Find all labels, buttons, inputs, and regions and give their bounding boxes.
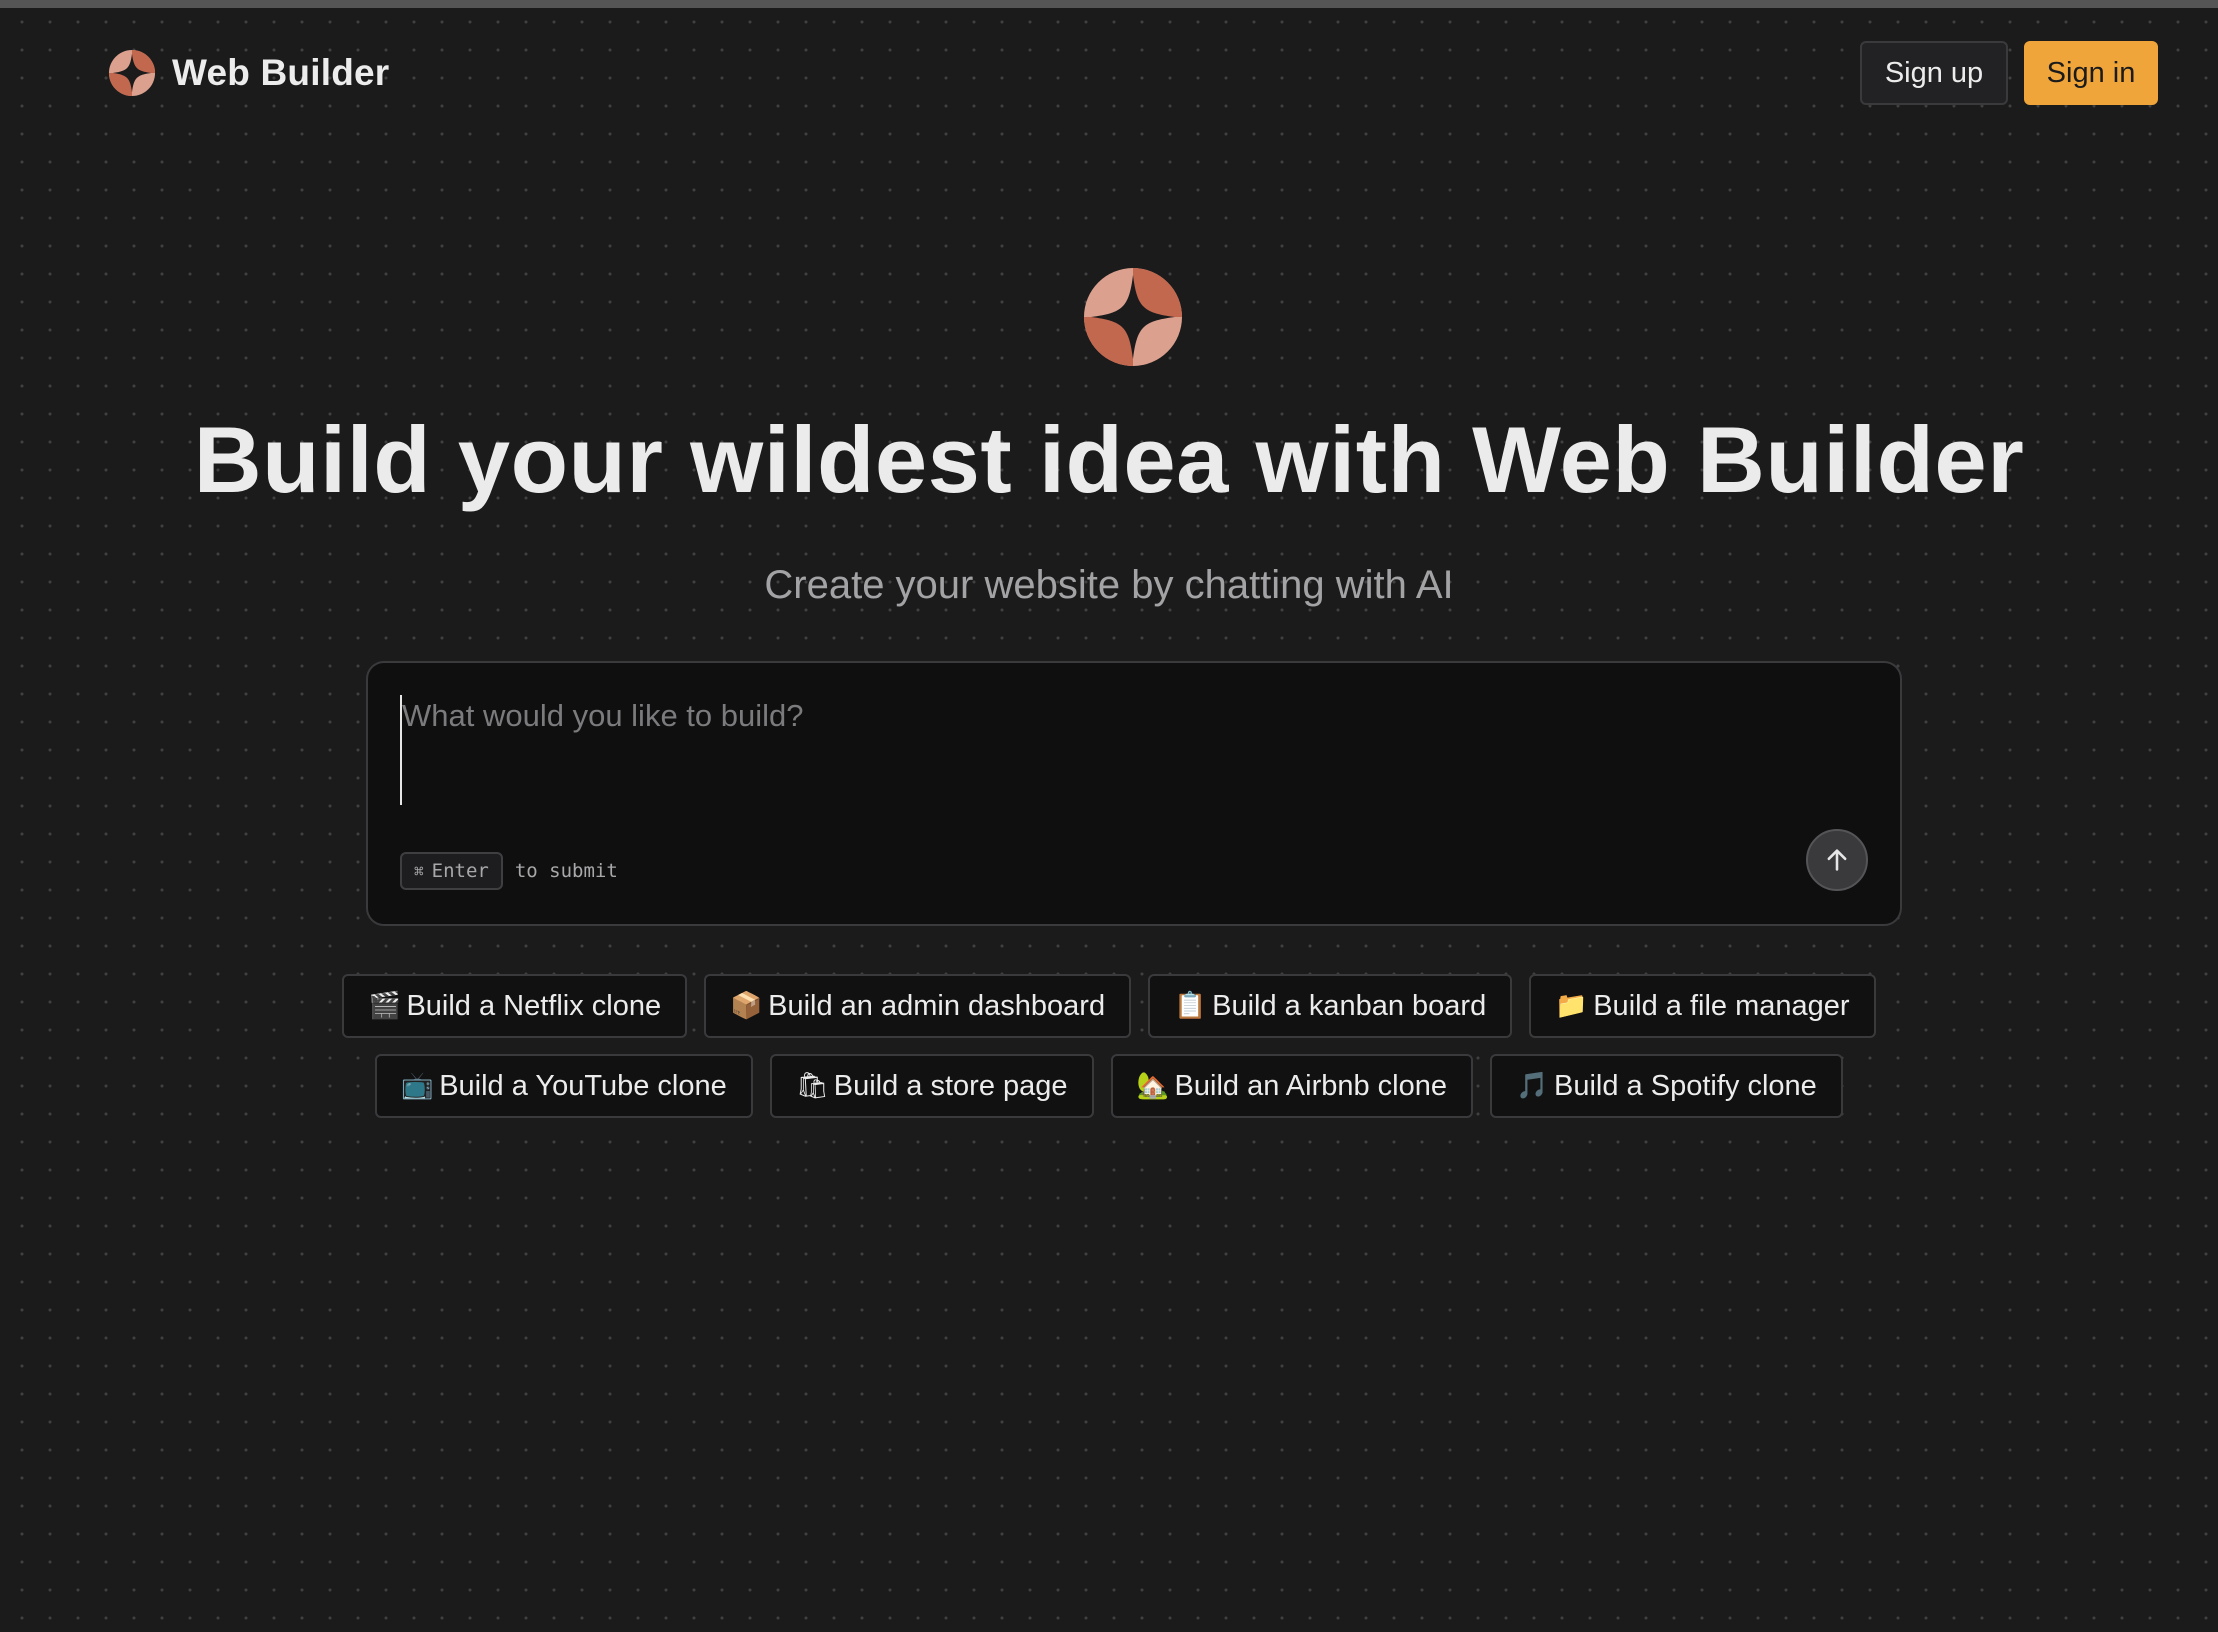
suggestion-airbnb-clone[interactable]: 🏡 Build an Airbnb clone (1110, 1054, 1474, 1118)
brand-name: Web Builder (172, 52, 390, 93)
music-note-icon: 🎵 (1516, 1071, 1549, 1101)
site-header: Web Builder Sign up Sign in (108, 40, 2158, 106)
suggestion-netflix-clone[interactable]: 🎬 Build a Netflix clone (342, 974, 688, 1038)
send-button[interactable] (1806, 829, 1868, 891)
sparkle-logo-icon (108, 49, 156, 97)
clapperboard-icon: 🎬 (368, 991, 401, 1021)
suggestion-label: Build a file manager (1593, 989, 1850, 1022)
clipboard-icon: 📋 (1174, 991, 1207, 1021)
suggestion-label: Build a Spotify clone (1554, 1069, 1817, 1102)
window-top-border (0, 0, 2218, 8)
suggestions-row: 📺 Build a YouTube clone 🛍 Build a store … (0, 1054, 2218, 1118)
prompt-box: ⌘ Enter to submit (366, 661, 1902, 926)
folder-icon: 📁 (1555, 991, 1588, 1021)
arrow-up-icon (1827, 849, 1847, 871)
prompt-input[interactable] (400, 695, 1862, 805)
hero-subtitle: Create your website by chatting with AI (764, 563, 1454, 607)
television-icon: 📺 (401, 1071, 434, 1101)
suggestion-store-page[interactable]: 🛍 Build a store page (769, 1054, 1094, 1118)
suggestion-label: Build an Airbnb clone (1174, 1069, 1448, 1102)
suggestions-row: 🎬 Build a Netflix clone 📦 Build an admin… (0, 974, 2218, 1038)
submit-hint: ⌘ Enter to submit (400, 852, 618, 890)
command-key-icon: ⌘ (414, 861, 424, 881)
shopping-bags-icon: 🛍 (795, 1071, 829, 1101)
enter-key-label: Enter (431, 860, 489, 882)
suggestion-admin-dashboard[interactable]: 📦 Build an admin dashboard (704, 974, 1132, 1038)
suggestion-label: Build a store page (833, 1069, 1068, 1102)
hero-sparkle-logo-icon (1084, 268, 1182, 366)
suggestion-label: Build a kanban board (1212, 989, 1487, 1022)
sign-up-button[interactable]: Sign up (1860, 41, 2008, 105)
suggestion-youtube-clone[interactable]: 📺 Build a YouTube clone (375, 1054, 753, 1118)
suggestion-kanban-board[interactable]: 📋 Build a kanban board (1148, 974, 1513, 1038)
auth-actions: Sign up Sign in (1860, 41, 2158, 105)
package-icon: 📦 (730, 991, 763, 1021)
brand[interactable]: Web Builder (108, 49, 389, 97)
house-icon: 🏡 (1136, 1071, 1169, 1101)
suggestion-spotify-clone[interactable]: 🎵 Build a Spotify clone (1490, 1054, 1843, 1118)
suggestion-label: Build a YouTube clone (439, 1069, 727, 1102)
enter-shortcut-badge: ⌘ Enter (400, 852, 503, 890)
sign-in-button[interactable]: Sign in (2024, 41, 2158, 105)
hero-title: Build your wildest idea with Web Builder (193, 407, 2025, 512)
suggestion-label: Build a Netflix clone (406, 989, 662, 1022)
suggestion-label: Build an admin dashboard (768, 989, 1106, 1022)
submit-hint-text: to submit (514, 860, 618, 882)
suggestion-file-manager[interactable]: 📁 Build a file manager (1529, 974, 1876, 1038)
